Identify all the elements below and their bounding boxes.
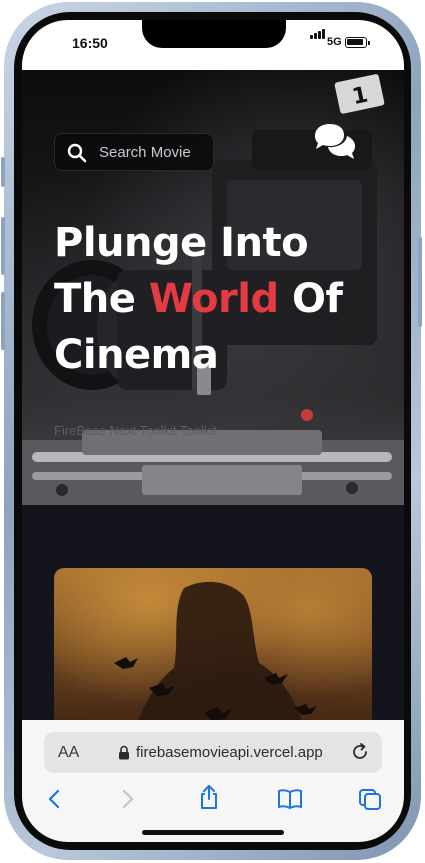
hero-subtitle: FireBase Next Toolkit Toolkit: [54, 423, 217, 438]
forward-chevron-right-icon[interactable]: [120, 788, 136, 810]
address-bar[interactable]: AA firebasemovieapi.vercel.app: [44, 732, 382, 773]
tabs-icon[interactable]: [358, 788, 382, 810]
search-placeholder: Search Movie: [99, 144, 191, 161]
hero-title-line1: Plunge Into: [54, 220, 309, 266]
chat-bubbles-icon[interactable]: [312, 122, 358, 162]
share-icon[interactable]: [198, 784, 220, 810]
lock-icon: [119, 745, 129, 760]
hero-title: Plunge Into The World Of Cinema: [54, 215, 384, 383]
safari-toolbar: AA firebasemovieapi.vercel.app: [22, 720, 404, 842]
status-bar: 16:50 5G: [22, 20, 404, 70]
back-chevron-left-icon[interactable]: [46, 788, 62, 810]
hero-title-line2: The World Of: [54, 271, 384, 327]
network-label: 5G: [327, 36, 342, 48]
hero-title-line2-suffix: Of: [278, 276, 343, 322]
dynamic-island: [142, 20, 286, 48]
hero-section: 1 Search Movie Plunge Into The World Of …: [22, 70, 404, 505]
volume-up-button: [1, 217, 5, 275]
volume-down-button: [1, 292, 5, 350]
home-indicator: [142, 830, 284, 835]
screen: 16:50 5G 1 Search Movie Plunge Into The …: [22, 20, 404, 842]
hero-title-line3: Cinema: [54, 332, 219, 378]
search-icon: [67, 143, 87, 163]
hero-title-accent: World: [148, 276, 279, 322]
url-text: firebasemovieapi.vercel.app: [136, 744, 323, 761]
action-button: [1, 157, 5, 187]
power-button: [418, 237, 422, 327]
status-time: 16:50: [72, 35, 108, 51]
text-size-button[interactable]: AA: [58, 744, 79, 762]
battery-icon: [345, 37, 370, 48]
search-input[interactable]: Search Movie: [54, 133, 214, 171]
reload-icon[interactable]: [350, 742, 370, 762]
hero-title-line2-prefix: The: [54, 276, 149, 322]
bookmarks-book-icon[interactable]: [277, 788, 303, 810]
